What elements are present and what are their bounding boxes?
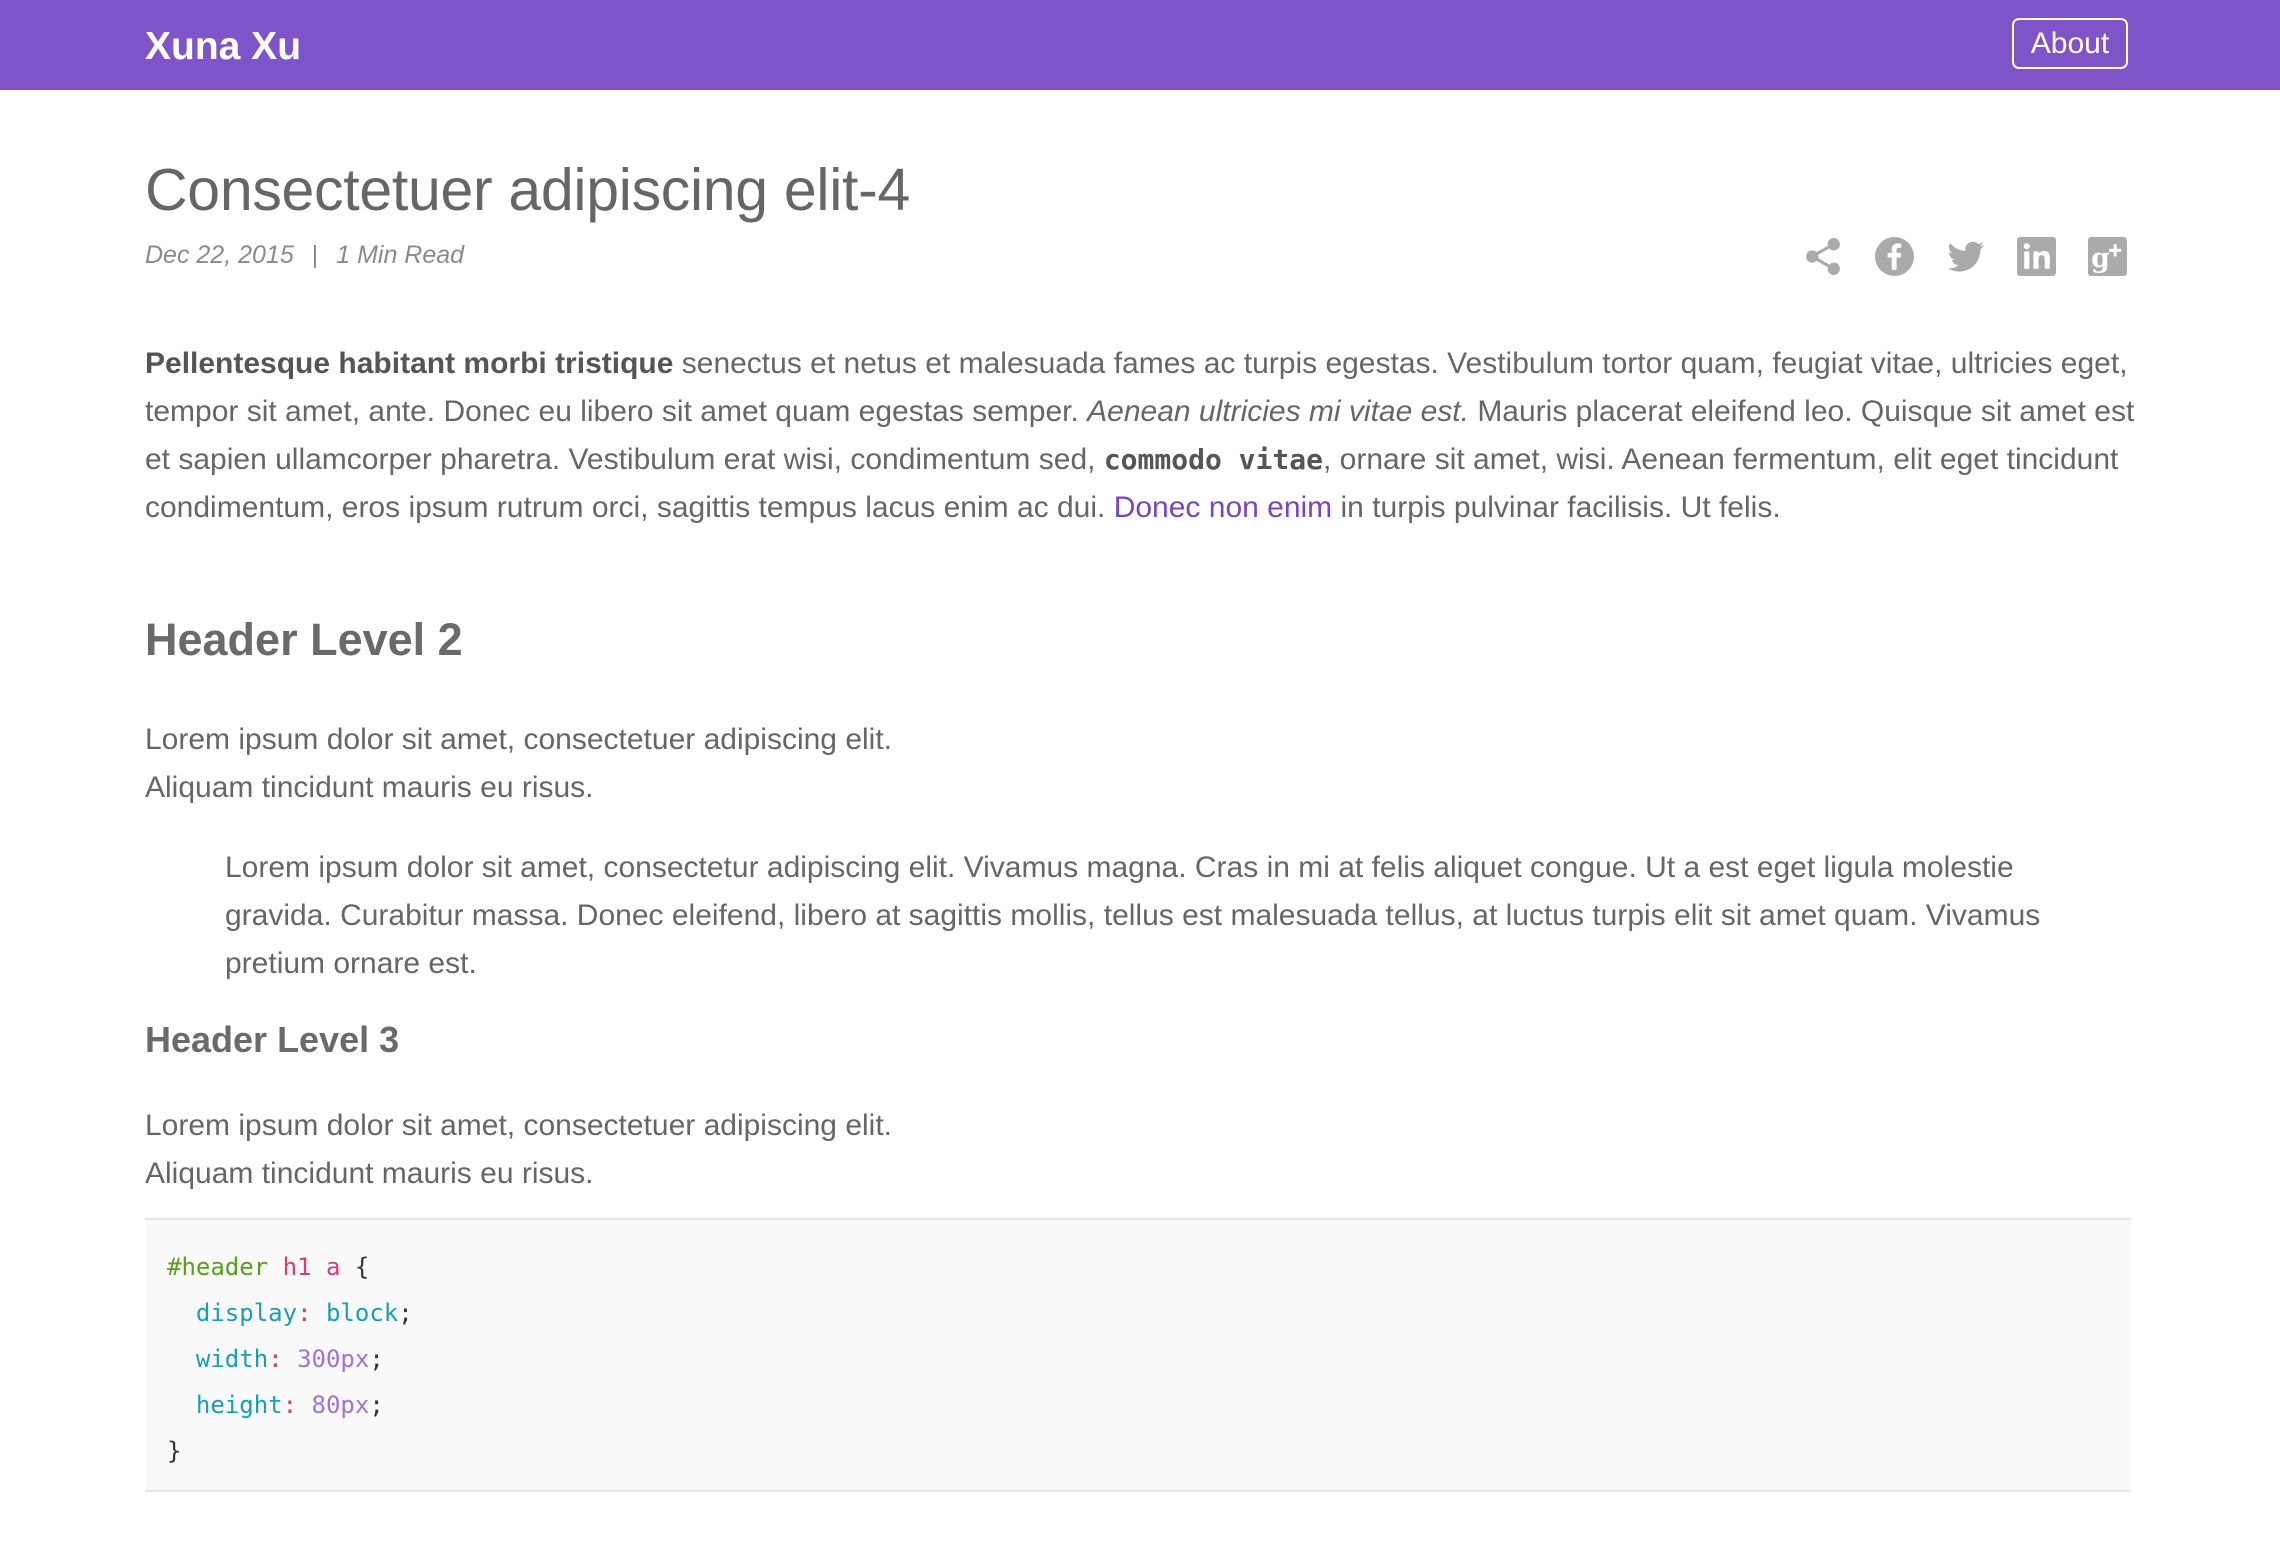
code-property: display — [195, 1299, 298, 1327]
code-selector-tag: a — [325, 1253, 341, 1281]
code-value: 300px — [297, 1345, 370, 1373]
share-bar: g — [1803, 236, 2128, 277]
linkedin-icon[interactable] — [2016, 236, 2057, 277]
meta-separator: | — [311, 241, 319, 269]
code-value: 80px — [311, 1391, 370, 1419]
code-selector-id: #header — [167, 1253, 269, 1281]
read-time: 1 Min Read — [336, 241, 465, 269]
lorem-line: Aliquam tincidunt mauris eu risus. — [145, 1157, 594, 1190]
code-brace: { — [354, 1253, 370, 1281]
post-date: Dec 22, 2015 — [145, 241, 294, 269]
lorem-paragraph-1: Lorem ipsum dolor sit amet, consectetuer… — [145, 716, 892, 812]
lorem-line: Aliquam tincidunt mauris eu risus. — [145, 771, 594, 804]
brand-link[interactable]: Xuna Xu — [145, 22, 301, 72]
code-value: block — [325, 1299, 399, 1327]
donec-link[interactable]: Donec non enim — [1114, 491, 1332, 524]
lorem-line: Lorem ipsum dolor sit amet, consectetuer… — [145, 1109, 893, 1142]
code-block: #header h1 a { display: block; width: 30… — [145, 1218, 2131, 1492]
share-icon[interactable] — [1803, 236, 1844, 277]
code-selector-tag: h1 — [282, 1253, 312, 1281]
post-title: Consectetuer adipiscing elit-4 — [145, 157, 910, 223]
bold-text: Pellentesque habitant morbi tristique — [145, 347, 674, 380]
inline-code: commodo vitae — [1103, 443, 1323, 476]
twitter-icon[interactable] — [1945, 236, 1986, 277]
header-level-2: Header Level 2 — [145, 614, 463, 665]
lorem-paragraph-2: Lorem ipsum dolor sit amet, consectetuer… — [145, 1102, 892, 1198]
italic-text: Aenean ultricies mi vitae est. — [1087, 395, 1469, 428]
google-plus-icon[interactable]: g — [2087, 236, 2128, 277]
code-brace: } — [167, 1437, 182, 1465]
intro-paragraph: Pellentesque habitant morbi tristique se… — [145, 340, 2135, 532]
header-level-3: Header Level 3 — [145, 1019, 400, 1060]
paragraph-text: in turpis pulvinar facilisis. Ut felis. — [1332, 491, 1781, 524]
code-property: width — [195, 1345, 269, 1373]
code-property: height — [195, 1391, 283, 1419]
blockquote: Lorem ipsum dolor sit amet, consectetur … — [225, 851, 2041, 980]
about-button[interactable]: About — [2012, 18, 2128, 69]
facebook-icon[interactable] — [1874, 236, 1915, 277]
navbar: Xuna Xu About — [0, 0, 2280, 90]
svg-text:g: g — [2091, 243, 2110, 274]
lorem-line: Lorem ipsum dolor sit amet, consectetuer… — [145, 723, 893, 756]
